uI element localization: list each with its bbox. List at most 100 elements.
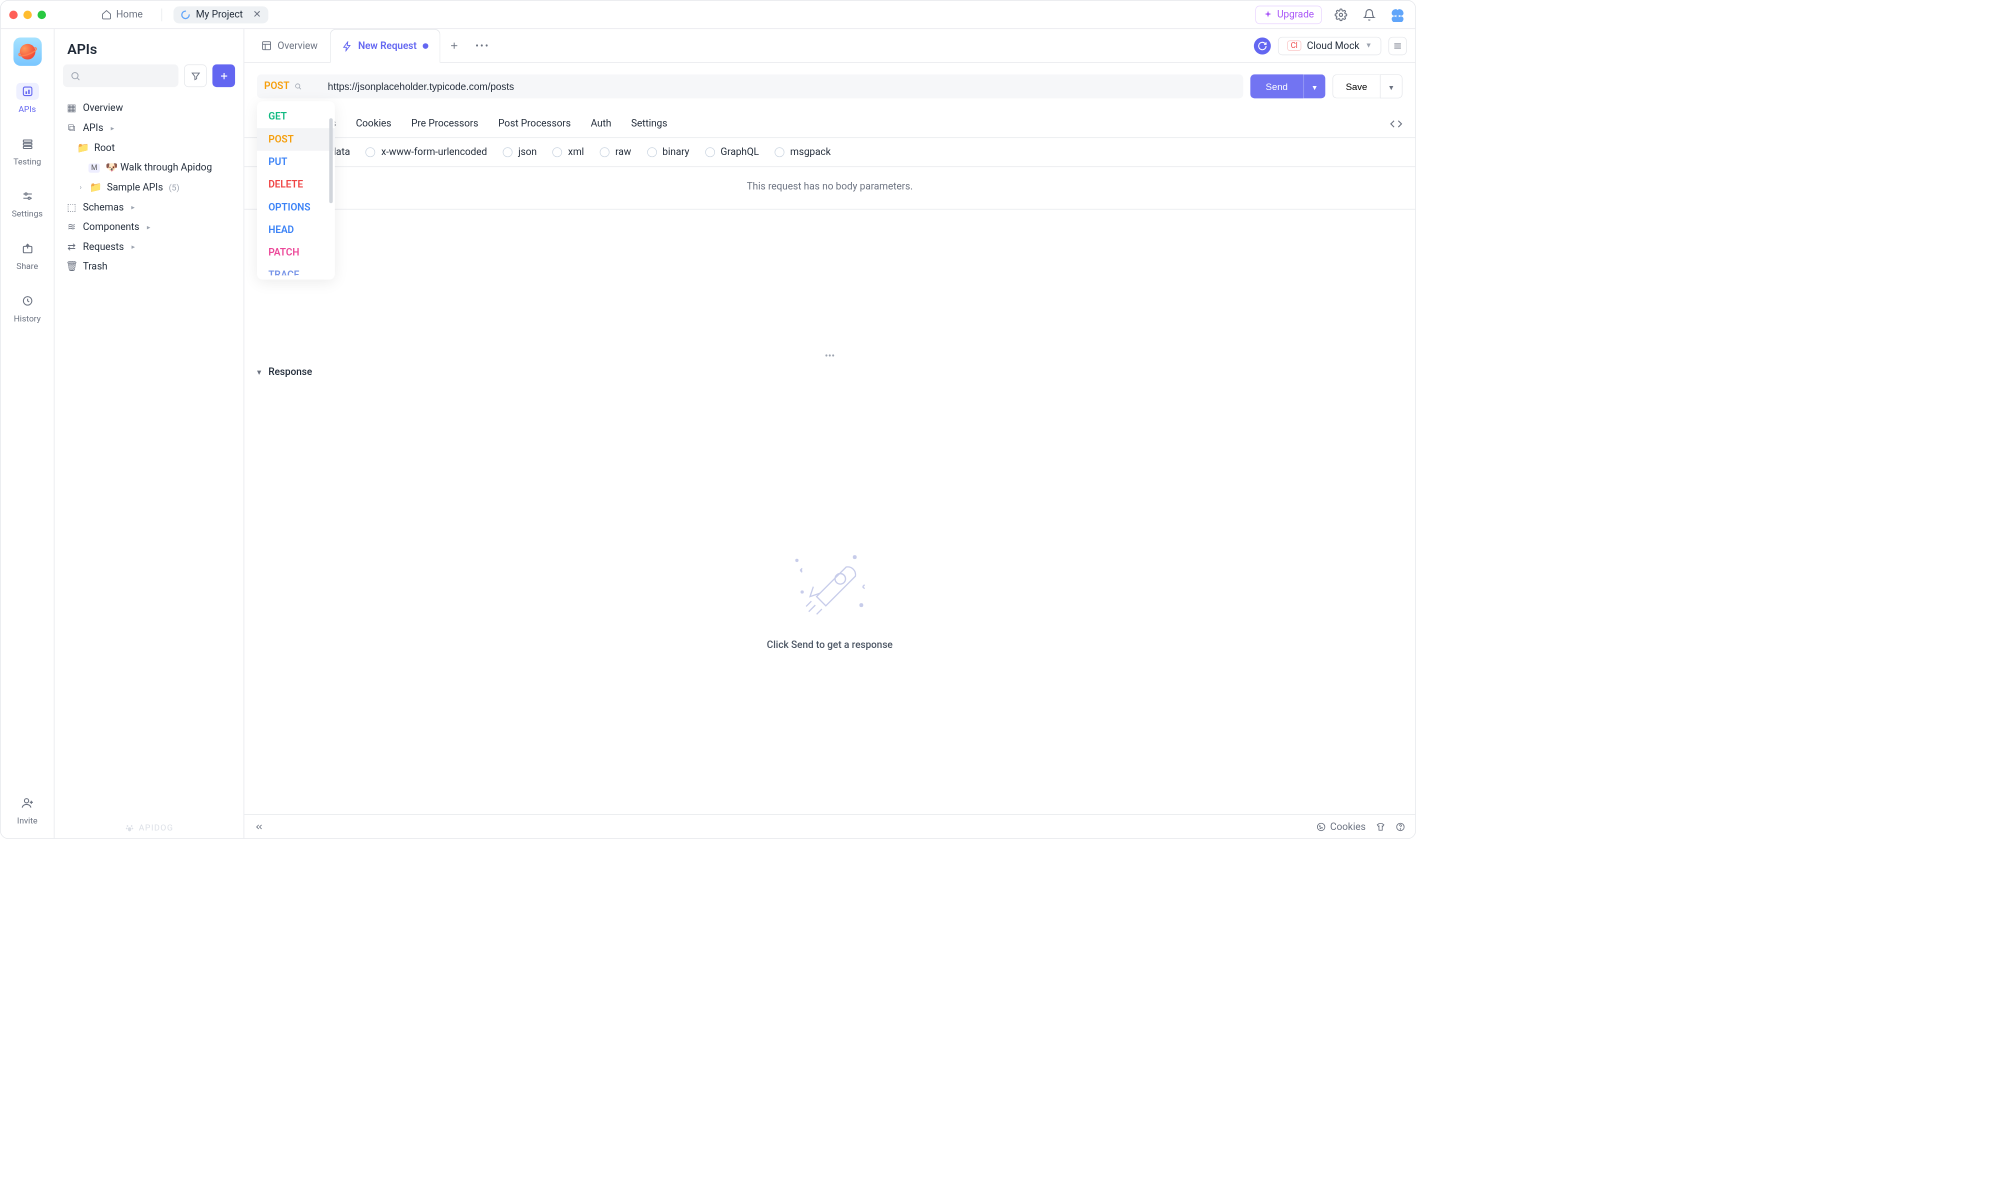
- home-icon: [101, 9, 112, 20]
- subtab-pre[interactable]: Pre Processors: [411, 110, 478, 138]
- dots-icon: •••: [475, 40, 489, 51]
- env-name: Cloud Mock: [1307, 40, 1360, 51]
- body-type-xml[interactable]: xml: [552, 147, 584, 158]
- rail-item-invite[interactable]: Invite: [1, 790, 54, 830]
- upgrade-button[interactable]: Upgrade: [1255, 5, 1322, 23]
- send-button[interactable]: Send: [1250, 74, 1303, 98]
- splitter-handle[interactable]: •••: [244, 351, 1415, 361]
- http-method-selector[interactable]: POST: [257, 74, 321, 98]
- response-header[interactable]: ▾ Response: [244, 361, 1415, 384]
- rail-item-share[interactable]: Share: [1, 236, 54, 276]
- send-options-button[interactable]: ▼: [1303, 74, 1325, 98]
- subtab-settings[interactable]: Settings: [631, 110, 667, 138]
- body-type-xwww[interactable]: x-www-form-urlencoded: [366, 147, 487, 158]
- radio-label: msgpack: [790, 147, 831, 158]
- method-option-put[interactable]: PUT: [257, 151, 335, 174]
- invite-user-icon: [21, 797, 34, 810]
- sidebar-title: APIs: [67, 40, 97, 57]
- api-icon: ⧉: [66, 122, 77, 133]
- scrollbar-thumb[interactable]: [329, 118, 333, 203]
- code-view-button[interactable]: [1390, 117, 1403, 130]
- url-input[interactable]: [321, 74, 1243, 98]
- body-type-binary[interactable]: binary: [647, 147, 690, 158]
- home-label: Home: [116, 9, 143, 20]
- tree-item-overview[interactable]: ▦ Overview: [59, 98, 240, 118]
- body-type-json[interactable]: json: [503, 147, 537, 158]
- sidebar-search-input[interactable]: [63, 64, 178, 87]
- help-button[interactable]: [1395, 822, 1405, 832]
- titlebar: Home My Project ✕ Upgrade: [1, 1, 1416, 29]
- chevron-down-icon: ▾: [257, 367, 261, 377]
- settings-gear-button[interactable]: [1332, 5, 1350, 23]
- notifications-button[interactable]: [1360, 5, 1378, 23]
- tree-label: 🐶 Walk through Apidog: [105, 162, 212, 173]
- chevron-right-icon: ▸: [129, 204, 136, 212]
- panel-menu-button[interactable]: [1388, 36, 1406, 54]
- add-button[interactable]: [212, 64, 235, 87]
- method-option-delete[interactable]: DELETE: [257, 173, 335, 196]
- save-button[interactable]: Save: [1332, 74, 1380, 98]
- dots-icon: •••: [825, 350, 835, 361]
- paw-icon: [125, 823, 135, 833]
- project-tab[interactable]: My Project ✕: [173, 6, 268, 23]
- method-option-options[interactable]: OPTIONS: [257, 196, 335, 219]
- new-tab-button[interactable]: [440, 29, 468, 62]
- app-menu-button[interactable]: [1388, 5, 1406, 23]
- environment-selector[interactable]: Cl Cloud Mock ▼: [1278, 36, 1381, 54]
- rail-item-history[interactable]: History: [1, 288, 54, 328]
- subtab-cookies[interactable]: Cookies: [356, 110, 392, 138]
- subtab-post[interactable]: Post Processors: [498, 110, 571, 138]
- method-option-head[interactable]: HEAD: [257, 219, 335, 242]
- rail-item-settings[interactable]: Settings: [1, 183, 54, 223]
- method-option-patch[interactable]: PATCH: [257, 241, 335, 264]
- env-refresh-button[interactable]: [1254, 37, 1271, 54]
- close-window-button[interactable]: [9, 10, 17, 18]
- method-option-trace[interactable]: TRACE: [257, 264, 335, 275]
- tab-overflow-button[interactable]: •••: [468, 29, 496, 62]
- radio-label: raw: [615, 147, 631, 158]
- chevron-down-icon: ▼: [1388, 84, 1395, 92]
- tshirt-button[interactable]: [1376, 822, 1386, 832]
- tree-item-walkthrough[interactable]: M 🐶 Walk through Apidog: [59, 158, 240, 178]
- tree-label: Sample APIs: [107, 182, 163, 193]
- body-type-raw[interactable]: raw: [600, 147, 632, 158]
- gear-icon: [1335, 8, 1348, 21]
- filter-button[interactable]: [184, 64, 207, 87]
- minimize-window-button[interactable]: [23, 10, 31, 18]
- method-option-post[interactable]: POST: [257, 128, 335, 151]
- rail-item-testing[interactable]: Testing: [1, 131, 54, 171]
- brand-text: APIDOG: [139, 823, 174, 833]
- body-type-msgpack[interactable]: msgpack: [775, 147, 831, 158]
- save-options-button[interactable]: ▼: [1380, 74, 1403, 98]
- tree-item-trash[interactable]: 🗑 Trash: [59, 257, 240, 277]
- rail-label: Testing: [13, 156, 41, 166]
- tree-item-sample-apis[interactable]: › 📁 Sample APIs (5): [59, 178, 240, 198]
- rail-label: History: [14, 314, 41, 324]
- rail-item-apis[interactable]: APIs: [1, 79, 54, 119]
- app-logo[interactable]: [13, 38, 41, 66]
- tree-item-components[interactable]: ≋ Components ▸: [59, 217, 240, 237]
- tree-item-apis[interactable]: ⧉ APIs ▸: [59, 118, 240, 138]
- body-type-graphql[interactable]: GraphQL: [705, 147, 759, 158]
- close-project-icon[interactable]: ✕: [253, 9, 261, 20]
- tree-item-schemas[interactable]: ⬚ Schemas ▸: [59, 198, 240, 218]
- tab-overview[interactable]: Overview: [250, 29, 330, 62]
- cookies-button[interactable]: Cookies: [1316, 821, 1366, 832]
- subtab-auth[interactable]: Auth: [591, 110, 612, 138]
- dirty-indicator-icon: [422, 43, 428, 49]
- home-button[interactable]: Home: [94, 6, 150, 23]
- upgrade-label: Upgrade: [1277, 9, 1314, 20]
- tree-item-root[interactable]: 📁 Root: [59, 138, 240, 158]
- radio-label: GraphQL: [721, 147, 759, 158]
- chevron-down-icon: ▼: [1365, 42, 1372, 50]
- maximize-window-button[interactable]: [38, 10, 46, 18]
- window-controls: [9, 10, 46, 18]
- chevron-right-icon: ▸: [130, 243, 137, 251]
- method-option-get[interactable]: GET: [257, 105, 335, 128]
- collapse-panel-button[interactable]: [254, 822, 264, 832]
- rail-label: Share: [16, 261, 38, 271]
- request-icon: ⇄: [66, 241, 77, 252]
- tree-label: Trash: [83, 261, 108, 272]
- tab-new-request[interactable]: New Request: [330, 29, 440, 63]
- tree-item-requests[interactable]: ⇄ Requests ▸: [59, 237, 240, 257]
